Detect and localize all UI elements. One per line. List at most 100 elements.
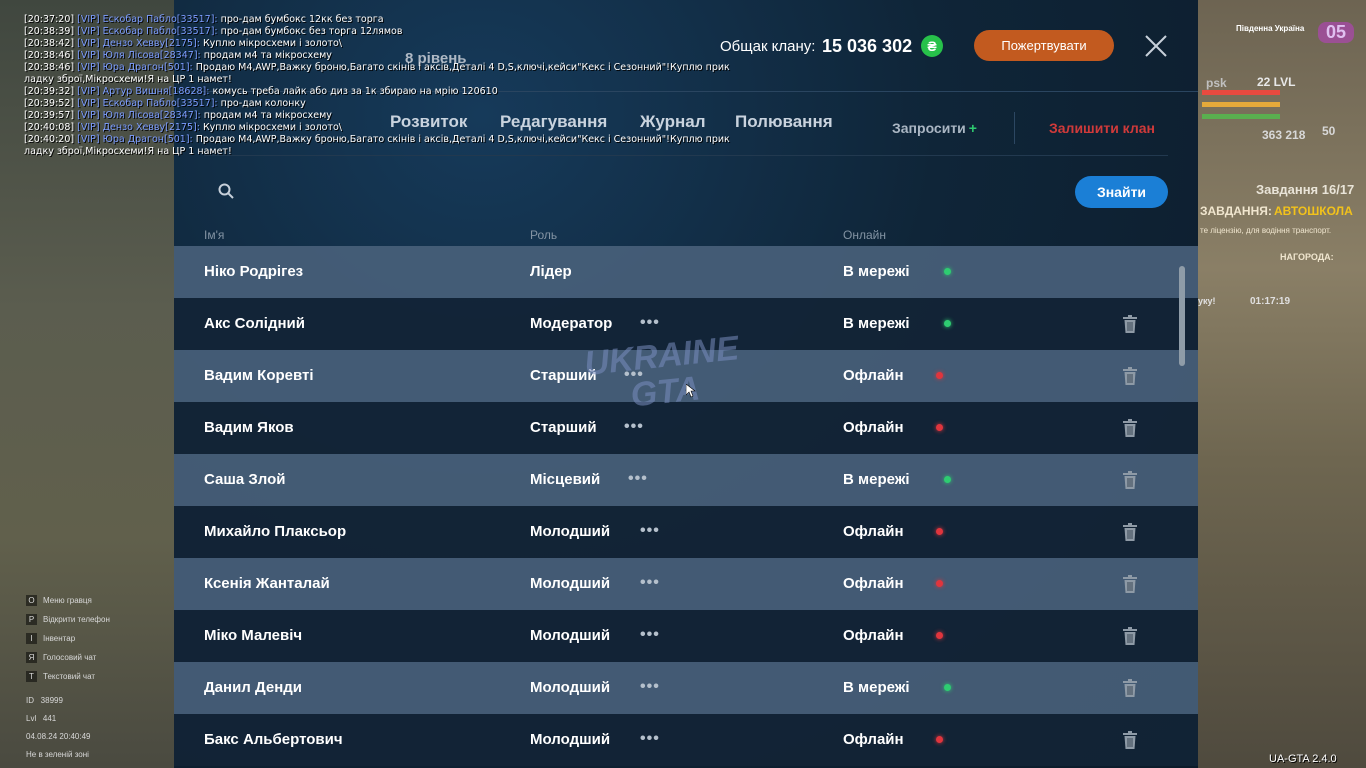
member-name: Вадим Яков bbox=[204, 419, 294, 436]
hint-label: Голосовий чат bbox=[43, 653, 97, 662]
member-role: Молодший bbox=[530, 627, 611, 644]
offline-status-dot bbox=[936, 736, 943, 743]
member-status: Офлайн bbox=[843, 627, 904, 644]
hryvnia-coin-icon: ₴ bbox=[921, 35, 943, 57]
member-name: Саша Злой bbox=[204, 471, 286, 488]
key-hint: O Меню гравця bbox=[26, 595, 92, 606]
online-status-dot bbox=[944, 320, 951, 327]
column-header-role: Роль bbox=[530, 228, 558, 242]
hud-rank-label: рsk bbox=[1206, 76, 1227, 90]
member-status: Офлайн bbox=[843, 367, 904, 384]
chat-nick: [VIP] Артур Вишня[18628]: bbox=[77, 86, 210, 97]
more-options-icon[interactable]: ••• bbox=[640, 730, 660, 748]
hint-label: Текстовий чат bbox=[43, 672, 96, 681]
close-icon[interactable] bbox=[1142, 32, 1170, 60]
member-search-input[interactable] bbox=[246, 176, 1046, 206]
mouse-cursor-icon bbox=[686, 384, 696, 398]
task-reward-label: НАГОРОДА: bbox=[1280, 252, 1334, 262]
member-name: Михайло Плаксьор bbox=[204, 523, 347, 540]
chat-line: [20:39:57] [VIP] Юля Лісова[28347]: прод… bbox=[24, 110, 730, 122]
key-hint: I Інвентар bbox=[26, 633, 75, 644]
column-header-online: Онлайн bbox=[843, 228, 886, 242]
chat-line: [20:39:32] [VIP] Артур Вишня[18628]: ком… bbox=[24, 86, 730, 98]
member-row[interactable]: Данил Денди Молодший ••• В мережі bbox=[174, 662, 1198, 714]
chat-nick: [VIP] Юра Драгон[501]: bbox=[77, 134, 193, 145]
chat-nick: [VIP] Ескобар Пабло[33517]: bbox=[77, 98, 218, 109]
chat-line: ладку зброї,Мікросхеми!Я на ЦР 1 намет! bbox=[24, 146, 730, 158]
more-options-icon[interactable]: ••• bbox=[640, 314, 660, 332]
tabs-divider bbox=[1014, 112, 1015, 144]
chat-text: Продаю М4,AWP,Важку броню,Багато скінів … bbox=[192, 62, 730, 73]
chat-line: [20:38:39] [VIP] Ескобар Пабло[33517]: п… bbox=[24, 26, 730, 38]
chat-log: [20:37:20] [VIP] Ескобар Пабло[33517]: п… bbox=[24, 14, 730, 158]
member-row[interactable]: Ніко Родрігез Лідер В мережі bbox=[174, 246, 1198, 298]
invite-button[interactable]: Запросити + bbox=[892, 120, 977, 136]
offline-status-dot bbox=[936, 632, 943, 639]
chat-line: [20:38:46] [VIP] Юля Лісова[28347]: прод… bbox=[24, 50, 730, 62]
trash-icon[interactable] bbox=[1123, 471, 1137, 489]
chat-time: [20:38:46] bbox=[24, 62, 75, 73]
trash-icon[interactable] bbox=[1123, 575, 1137, 593]
chat-time: [20:39:57] bbox=[24, 110, 75, 121]
member-row[interactable]: Михайло Плаксьор Молодший ••• Офлайн bbox=[174, 506, 1198, 558]
chat-nick: [VIP] Ескобар Пабло[33517]: bbox=[77, 26, 218, 37]
more-options-icon[interactable]: ••• bbox=[640, 626, 660, 644]
chat-time: [20:40:20] bbox=[24, 134, 75, 145]
player-id-label: ID bbox=[26, 696, 34, 705]
offline-status-dot bbox=[936, 424, 943, 431]
chat-text: Куплю мікросхеми і золото\ bbox=[199, 38, 342, 49]
more-options-icon[interactable]: ••• bbox=[640, 574, 660, 592]
hint-label: Інвентар bbox=[43, 634, 76, 643]
chat-line: [20:37:20] [VIP] Ескобар Пабло[33517]: п… bbox=[24, 14, 730, 26]
online-status-dot bbox=[944, 684, 951, 691]
trash-icon[interactable] bbox=[1123, 523, 1137, 541]
green-zone-status: Не в зеленій зоні bbox=[26, 750, 89, 759]
chat-text: ладку зброї,Мікросхеми!Я на ЦР 1 намет! bbox=[24, 74, 232, 85]
more-options-icon[interactable]: ••• bbox=[640, 522, 660, 540]
member-role: Молодший bbox=[530, 679, 611, 696]
tab-hunting[interactable]: Полювання bbox=[735, 112, 833, 132]
member-name: Бакс Альбертович bbox=[204, 731, 343, 748]
member-row[interactable]: Міко Малевіч Молодший ••• Офлайн bbox=[174, 610, 1198, 662]
player-lvl: Lvl 441 bbox=[26, 714, 56, 723]
trash-icon[interactable] bbox=[1123, 731, 1137, 749]
chat-line: [20:38:42] [VIP] Дензо Хеввy[2175]: Купл… bbox=[24, 38, 730, 50]
find-button[interactable]: Знайти bbox=[1075, 176, 1168, 208]
trash-icon[interactable] bbox=[1123, 627, 1137, 645]
member-name: Данил Денди bbox=[204, 679, 303, 696]
more-options-icon[interactable]: ••• bbox=[628, 470, 648, 488]
member-row[interactable]: Саша Злой Місцевий ••• В мережі bbox=[174, 454, 1198, 506]
hud-timer-prefix: уку! bbox=[1198, 296, 1216, 306]
hud-ammo: 50 bbox=[1322, 124, 1336, 138]
more-options-icon[interactable]: ••• bbox=[624, 418, 644, 436]
hud-badge: 05 bbox=[1318, 22, 1355, 43]
hunger-bar bbox=[1202, 114, 1280, 119]
player-id: ID 38999 bbox=[26, 696, 63, 705]
hud-region: Південна Україна bbox=[1236, 24, 1305, 33]
plus-icon: + bbox=[968, 120, 977, 136]
online-status-dot bbox=[944, 268, 951, 275]
game-hud: Південна Україна 05 рsk 22 LVL 363 218 5… bbox=[1198, 0, 1366, 768]
member-status: Офлайн bbox=[843, 523, 904, 540]
trash-icon[interactable] bbox=[1123, 367, 1137, 385]
chat-time: [20:40:08] bbox=[24, 122, 75, 133]
leave-clan-button[interactable]: Залишити клан bbox=[1049, 120, 1155, 136]
member-row[interactable]: Вадим Яков Старший ••• Офлайн bbox=[174, 402, 1198, 454]
trash-icon[interactable] bbox=[1123, 419, 1137, 437]
armor-bar bbox=[1202, 102, 1280, 107]
more-options-icon[interactable]: ••• bbox=[640, 678, 660, 696]
trash-icon[interactable] bbox=[1123, 315, 1137, 333]
member-name: Ксенія Жанталай bbox=[204, 575, 330, 592]
chat-nick: [VIP] Юля Лісова[28347]: bbox=[77, 50, 201, 61]
trash-icon[interactable] bbox=[1123, 679, 1137, 697]
donate-button[interactable]: Пожертвувати bbox=[974, 30, 1114, 61]
clan-balance: 15 036 302 bbox=[822, 36, 913, 56]
invite-label: Запросити bbox=[892, 120, 966, 136]
member-row[interactable]: Ксенія Жанталай Молодший ••• Офлайн bbox=[174, 558, 1198, 610]
chat-line: [20:40:08] [VIP] Дензо Хеввy[2175]: Купл… bbox=[24, 122, 730, 134]
member-row[interactable]: Бакс Альбертович Молодший ••• Офлайн bbox=[174, 714, 1198, 766]
members-scrollbar[interactable] bbox=[1179, 266, 1185, 366]
chat-nick: [VIP] Дензо Хеввy[2175]: bbox=[77, 38, 200, 49]
chat-text: продам м4 та мікросхему bbox=[200, 110, 332, 121]
chat-nick: [VIP] Ескобар Пабло[33517]: bbox=[77, 14, 218, 25]
